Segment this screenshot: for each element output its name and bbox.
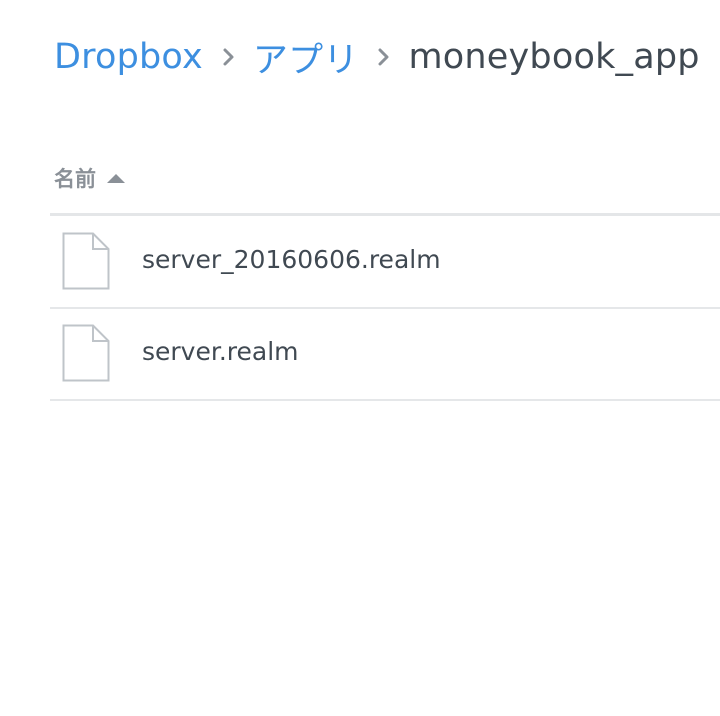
chevron-right-icon xyxy=(370,47,398,67)
file-icon xyxy=(62,232,110,290)
breadcrumb: Dropbox アプリ moneybook_app xyxy=(54,32,700,83)
file-row[interactable]: server.realm xyxy=(50,308,720,401)
chevron-right-icon xyxy=(215,47,243,67)
breadcrumb-link-apps[interactable]: アプリ xyxy=(253,32,359,83)
breadcrumb-link-dropbox[interactable]: Dropbox xyxy=(54,37,203,77)
sort-ascending-icon xyxy=(106,172,126,184)
file-name: server_20160606.realm xyxy=(142,245,441,274)
sort-by-name-header[interactable]: 名前 xyxy=(54,162,126,194)
file-icon xyxy=(62,324,110,382)
sort-label: 名前 xyxy=(54,167,96,191)
file-row[interactable]: server_20160606.realm xyxy=(50,216,720,309)
file-name: server.realm xyxy=(142,337,299,366)
breadcrumb-current-folder: moneybook_app xyxy=(408,37,700,77)
